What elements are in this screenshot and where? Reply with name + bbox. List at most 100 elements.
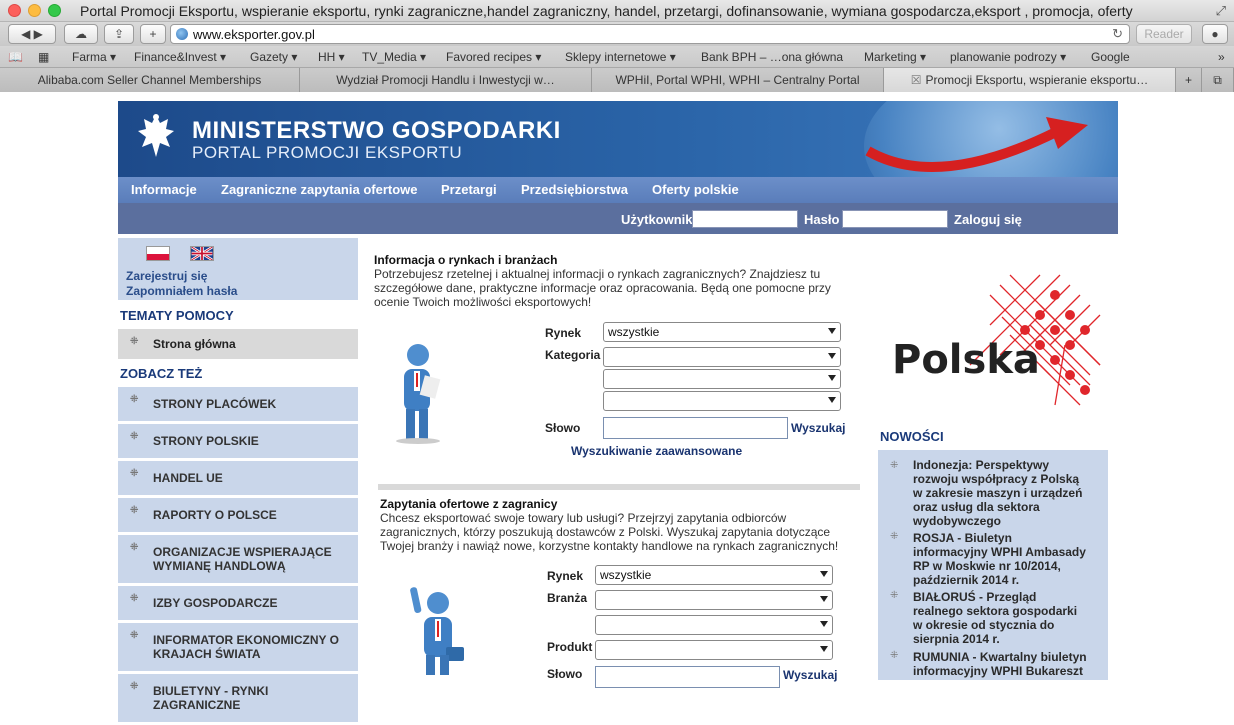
uk-flag-icon[interactable]: [190, 246, 214, 261]
info-word-input[interactable]: [603, 417, 788, 439]
sidebar-item[interactable]: ⁜ BIULETYNY - RYNKI ZAGRANICZNE: [118, 674, 358, 725]
offers-search-link[interactable]: Wyszukaj: [783, 668, 837, 682]
icloud-tabs-icon[interactable]: ☁: [64, 24, 98, 44]
nav-zapytania[interactable]: Zagraniczne zapytania ofertowe: [221, 182, 418, 197]
see-also-heading: ZOBACZ TEŻ: [120, 366, 203, 381]
offers-branch-select-2[interactable]: [595, 615, 833, 635]
bookmark-item[interactable]: Bank BPH – …ona główna: [701, 50, 843, 64]
sidebar-item-label: BIULETYNY - RYNKI ZAGRANICZNE: [153, 684, 269, 712]
bookmark-item[interactable]: HH ▾: [318, 50, 345, 64]
tab-wydzial[interactable]: Wydział Promocji Handlu i Inwestycji w…: [300, 68, 592, 92]
reader-button[interactable]: Reader: [1136, 24, 1192, 44]
back-forward-buttons[interactable]: ◀ ▶: [8, 24, 56, 44]
new-tab-button[interactable]: +: [140, 24, 166, 44]
info-category-select-1[interactable]: [603, 347, 841, 367]
more-bookmarks-icon[interactable]: »: [1218, 50, 1225, 64]
login-link[interactable]: Zaloguj się: [954, 212, 1022, 227]
nav-oferty-polskie[interactable]: Oferty polskie: [652, 182, 739, 197]
info-category-select-3[interactable]: [603, 391, 841, 411]
info-market-select[interactable]: wszystkie: [603, 322, 841, 342]
offers-heading: Zapytania ofertowe z zagranicy: [380, 497, 558, 511]
reload-icon[interactable]: ↻: [1112, 26, 1123, 42]
section-divider: [378, 484, 860, 490]
minimize-window-button[interactable]: [28, 4, 41, 17]
dropdown-arrow-icon: [828, 375, 836, 381]
eagle-emblem-icon: [138, 114, 174, 157]
bullet-icon: ⁜: [130, 431, 139, 442]
banner-subtitle: PORTAL PROMOCJI EKSPORTU: [192, 143, 463, 162]
nav-przedsiebiorstwa[interactable]: Przedsiębiorstwa: [521, 182, 628, 197]
site-banner: MINISTERSTWO GOSPODARKI PORTAL PROMOCJI …: [118, 101, 1118, 177]
close-window-button[interactable]: [8, 4, 21, 17]
offers-product-label: Produkt: [547, 640, 593, 654]
sidebar-item-label: INFORMATOR EKONOMICZNY O KRAJACH ŚWIATA: [153, 633, 339, 661]
dropdown-arrow-icon: [828, 397, 836, 403]
banner-title: MINISTERSTWO GOSPODARKI: [192, 117, 561, 144]
offers-product-select[interactable]: [595, 640, 833, 660]
bullet-icon: ⁜: [890, 590, 899, 601]
reading-list-icon[interactable]: 📖: [8, 50, 23, 64]
top-sites-icon[interactable]: ▦: [38, 50, 49, 64]
info-search-link[interactable]: Wyszukaj: [791, 421, 845, 435]
downloads-icon[interactable]: ●: [1202, 24, 1228, 44]
sidebar-item[interactable]: ⁜ IZBY GOSPODARCZE: [118, 586, 358, 623]
news-item[interactable]: Indonezja: Perspektywy rozwoju współprac…: [913, 458, 1087, 528]
tab-eksporter[interactable]: ☒ Promocji Eksportu, wspieranie eksportu…: [884, 68, 1176, 92]
sidebar-item[interactable]: ⁜ STRONY POLSKIE: [118, 424, 358, 461]
home-link[interactable]: ⁜ Strona główna: [118, 329, 358, 362]
advanced-search-link[interactable]: Wyszukiwanie zaawansowane: [571, 444, 742, 458]
fullscreen-icon[interactable]: ⤢: [1216, 3, 1226, 19]
help-topics-heading: TEMATY POMOCY: [120, 308, 234, 323]
dropdown-arrow-icon: [820, 621, 828, 627]
info-category-select-2[interactable]: [603, 369, 841, 389]
info-heading: Informacja o rynkach i branżach: [374, 253, 558, 267]
red-arrow-graphic: [865, 117, 1088, 172]
news-heading: NOWOŚCI: [880, 429, 944, 444]
news-item[interactable]: BIAŁORUŚ - Przegląd realnego sektora gos…: [913, 590, 1087, 646]
nav-informacje[interactable]: Informacje: [131, 182, 197, 197]
bookmark-item[interactable]: Farma ▾: [72, 50, 116, 64]
bookmarks-bar: 📖 ▦ Farma ▾ Finance&Invest ▾ Gazety ▾ HH…: [0, 46, 1234, 68]
tab-bar: Alibaba.com Seller Channel Memberships W…: [0, 68, 1234, 92]
offers-market-select[interactable]: wszystkie: [595, 565, 833, 585]
register-link[interactable]: Zarejestruj się: [126, 269, 207, 283]
bookmark-item[interactable]: planowanie podrozy ▾: [950, 50, 1066, 64]
tab-wphii[interactable]: WPHiI, Portal WPHI, WPHI – Centralny Por…: [592, 68, 884, 92]
sidebar-item[interactable]: ⁜ HANDEL UE: [118, 461, 358, 498]
offers-branch-label: Branża: [547, 591, 588, 605]
password-label: Hasło: [804, 212, 840, 227]
bookmark-item[interactable]: Sklepy internetowe ▾: [565, 50, 676, 64]
bookmark-item[interactable]: TV_Media ▾: [362, 50, 426, 64]
username-input[interactable]: [692, 210, 798, 228]
tab-alibaba[interactable]: Alibaba.com Seller Channel Memberships: [0, 68, 300, 92]
share-icon[interactable]: ⇪: [104, 24, 134, 44]
dropdown-arrow-icon: [828, 353, 836, 359]
bookmark-item[interactable]: Marketing ▾: [864, 50, 926, 64]
bookmark-item[interactable]: Google: [1091, 50, 1130, 64]
sidebar-item[interactable]: ⁜ ORGANIZACJE WSPIERAJĄCE WYMIANĘ HANDLOW…: [118, 535, 358, 586]
close-tab-icon[interactable]: ☒: [911, 73, 922, 87]
bookmark-item[interactable]: Favored recipes ▾: [446, 50, 541, 64]
bookmark-item[interactable]: Gazety ▾: [250, 50, 297, 64]
sidebar-item[interactable]: ⁜ RAPORTY O POLSCE: [118, 498, 358, 535]
sidebar-item-label: STRONY PLACÓWEK: [153, 397, 277, 411]
bookmark-item[interactable]: Finance&Invest ▾: [134, 50, 226, 64]
offers-branch-select-1[interactable]: [595, 590, 833, 610]
sidebar-item-label: RAPORTY O POLSCE: [153, 508, 277, 522]
main-nav: Informacje Zagraniczne zapytania ofertow…: [118, 177, 1118, 203]
info-description: Potrzebujesz rzetelnej i aktualnej infor…: [374, 267, 831, 309]
nav-przetargi[interactable]: Przetargi: [441, 182, 497, 197]
sidebar-item[interactable]: ⁜ INFORMATOR EKONOMICZNY O KRAJACH ŚWIATA: [118, 623, 358, 674]
sidebar-item[interactable]: ⁜ STRONY PLACÓWEK: [118, 387, 358, 424]
tab-overflow-icon[interactable]: ⧉: [1202, 68, 1234, 92]
zoom-window-button[interactable]: [48, 4, 61, 17]
forgot-password-link[interactable]: Zapomniałem hasła: [126, 284, 237, 298]
polish-flag-icon[interactable]: [146, 246, 170, 261]
bullet-icon: ⁜: [130, 505, 139, 516]
news-item[interactable]: ROSJA - Biuletyn informacyjny WPHI Ambas…: [913, 531, 1087, 587]
offers-word-input[interactable]: [595, 666, 780, 688]
password-input[interactable]: [842, 210, 948, 228]
address-bar[interactable]: www.eksporter.gov.pl ↻: [170, 24, 1130, 44]
news-item[interactable]: RUMUNIA - Kwartalny biuletyn informacyjn…: [913, 650, 1087, 678]
add-tab-button[interactable]: +: [1176, 68, 1202, 92]
